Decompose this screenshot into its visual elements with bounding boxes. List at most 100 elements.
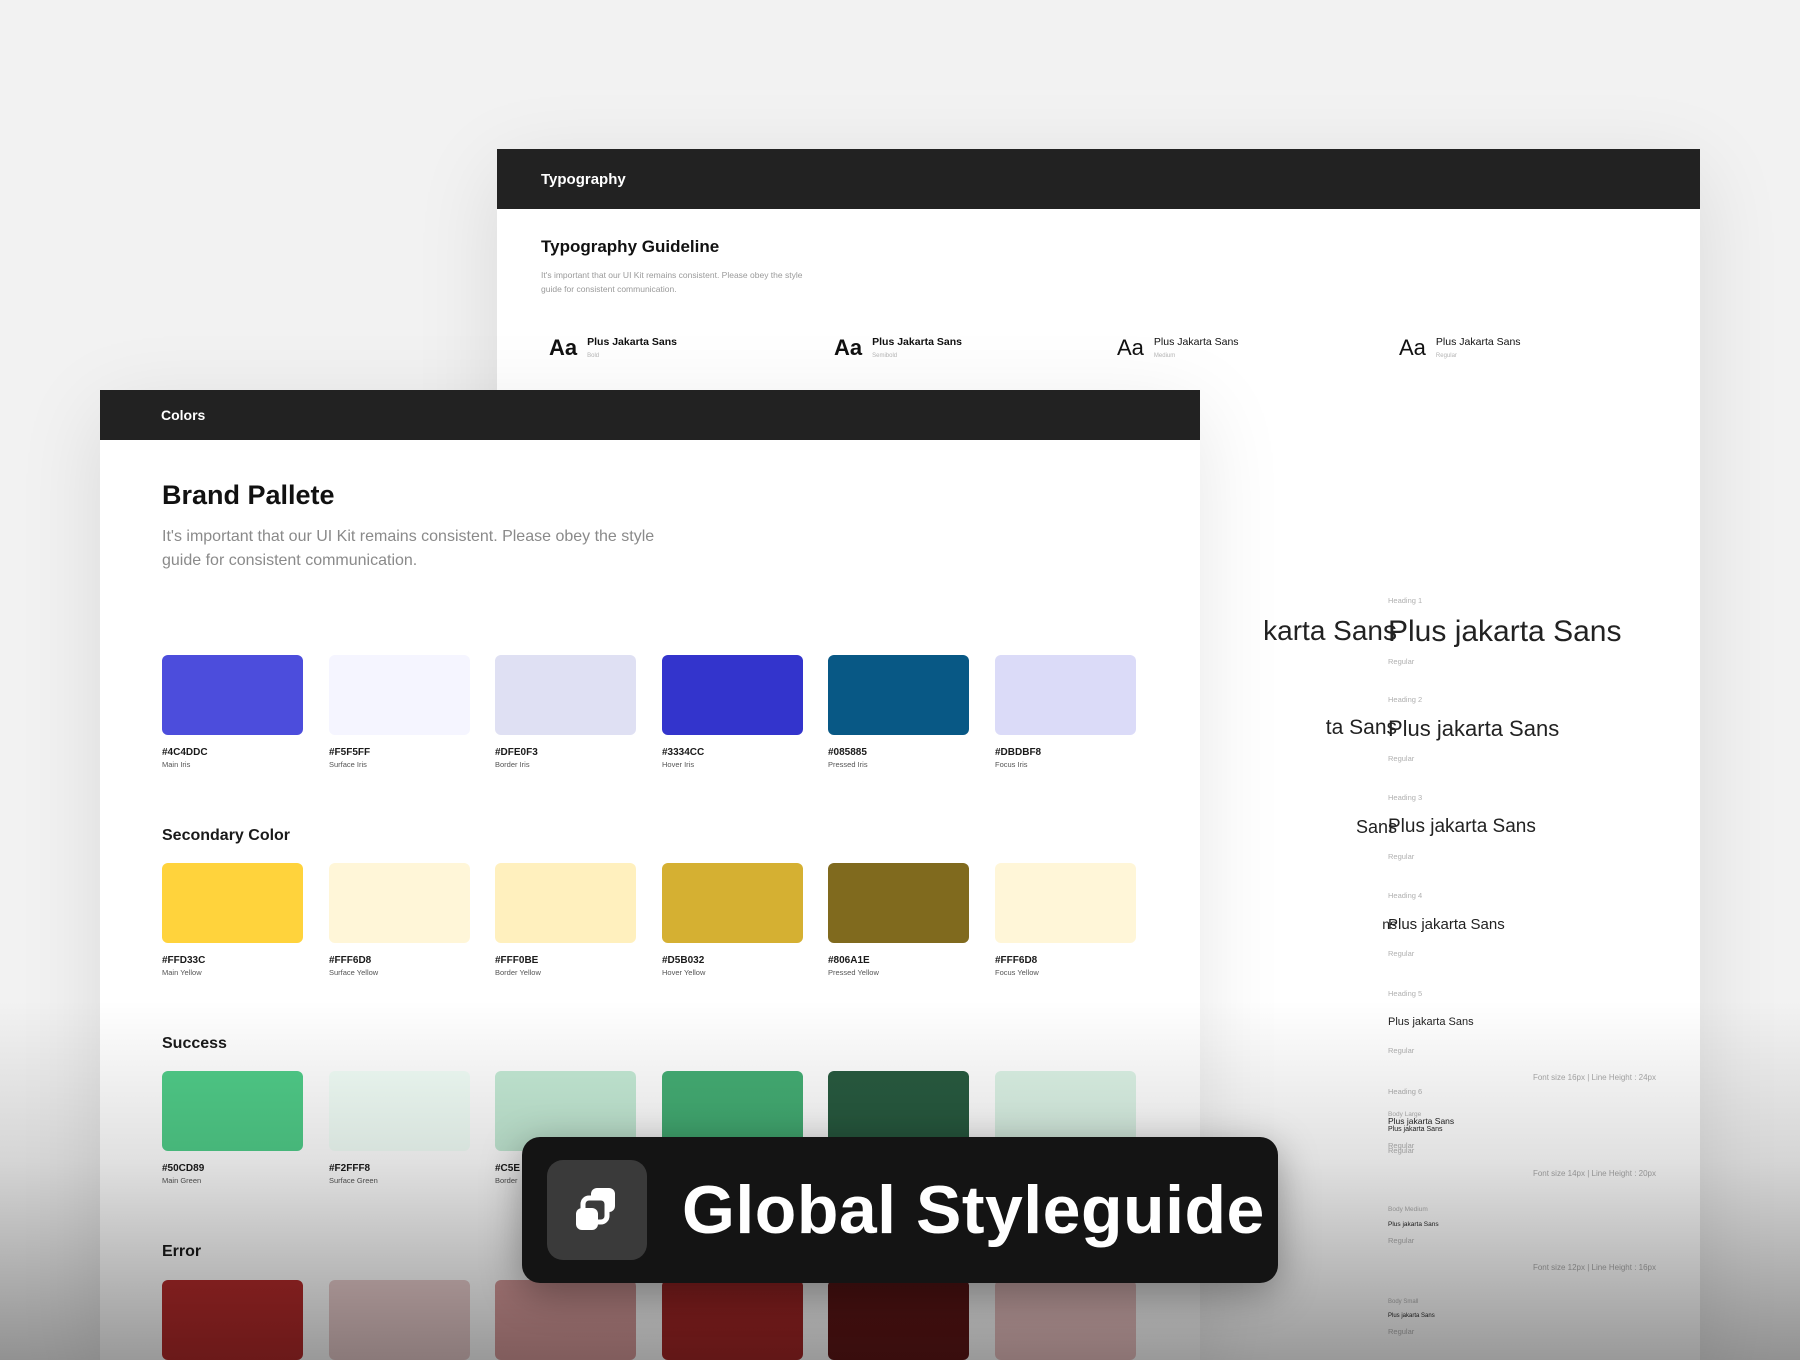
body-medium-item: Body Medium Plus jakarta Sans Regular	[1388, 1206, 1688, 1245]
weight-aa: Aa	[834, 335, 863, 360]
swatch-name: Surface Green	[329, 1176, 378, 1185]
colors-header: Colors	[100, 390, 1200, 440]
swatch-name: Main Iris	[162, 760, 191, 769]
heading-style: Regular	[1388, 949, 1415, 958]
heading-2-item: Heading 2 Plus jakarta Sans Regular	[1388, 695, 1559, 763]
swatch	[162, 1280, 303, 1360]
swatch	[662, 1280, 803, 1360]
section-title-success: Success	[162, 1035, 227, 1052]
font-size-note: Font size 16px | Line Height : 24px	[1532, 1073, 1656, 1082]
heading-style: Regular	[1388, 754, 1415, 763]
weight-aa: Aa	[1399, 335, 1426, 360]
swatch-name: Pressed Iris	[828, 760, 868, 769]
swatch-name: Hover Iris	[662, 760, 695, 769]
error-swatches	[162, 1280, 1142, 1360]
swatch-name: Border Iris	[495, 760, 530, 769]
heading-3-item: Heading 3 Plus jakarta Sans Regular	[1388, 793, 1536, 861]
swatch-hex: #3334CC	[662, 747, 705, 758]
swatch-hex: #085885	[828, 747, 867, 758]
swatch-name: Hover Yellow	[662, 968, 706, 977]
swatch-color	[162, 655, 303, 735]
swatch-color	[662, 863, 803, 943]
secondary-swatches: #FFD33C Main Yellow #FFF6D8 Surface Yell…	[162, 863, 1142, 983]
weight-font-name: Plus Jakarta Sans	[1435, 336, 1521, 348]
font-weights-row: Aa Plus Jakarta Sans Bold Aa Plus Jakart…	[549, 335, 1549, 375]
body-sample: Plus jakarta Sans	[1388, 1126, 1443, 1133]
swatch-color	[995, 863, 1136, 943]
swatch-color	[162, 863, 303, 943]
heading-label: Heading 3	[1388, 793, 1423, 802]
swatch: #FFF6D8 Focus Yellow	[995, 863, 1136, 977]
swatch-color	[495, 655, 636, 735]
swatch-color	[329, 655, 470, 735]
weight-card-semibold: Aa Plus Jakarta Sans Semibold	[834, 335, 962, 361]
swatch: #F2FFF8 Surface Green	[329, 1071, 470, 1185]
swatch-color	[162, 1071, 303, 1151]
swatch-color	[828, 1280, 969, 1360]
swatch	[828, 1280, 969, 1360]
swatch: #FFF6D8 Surface Yellow	[329, 863, 470, 977]
swatch-color	[995, 655, 1136, 735]
swatch: #806A1E Pressed Yellow	[828, 863, 969, 977]
section-title-secondary: Secondary Color	[162, 827, 291, 844]
swatch-name: Main Green	[162, 1176, 202, 1185]
swatch	[995, 1280, 1136, 1360]
swatch: #3334CC Hover Iris	[662, 655, 803, 769]
body-label: Body Large	[1388, 1111, 1422, 1118]
badge-title: Global Styleguide	[682, 1172, 1265, 1248]
section-title-error: Error	[162, 1243, 202, 1260]
weight-aa: Aa	[549, 335, 578, 360]
swatch: #4C4DDC Main Iris	[162, 655, 303, 769]
swatch-color	[329, 1280, 470, 1360]
swatch-hex: #50CD89	[162, 1163, 205, 1174]
weight-label: Semibold	[872, 353, 898, 359]
swatch: #D5B032 Hover Yellow	[662, 863, 803, 977]
swatch-hex: #D5B032	[662, 955, 705, 966]
swatch-hex: #F5F5FF	[329, 747, 371, 758]
swatch-color	[495, 1280, 636, 1360]
swatch-hex: #DBDBF8	[995, 747, 1042, 758]
heading-sample: Plus jakarta Sans	[1388, 916, 1505, 933]
body-label: Body Medium	[1388, 1206, 1428, 1213]
swatch-hex: #4C4DDC	[162, 747, 208, 758]
heading-label: Heading 6	[1388, 1087, 1423, 1096]
typography-title: Typography Guideline	[541, 237, 720, 256]
weight-font-name: Plus Jakarta Sans	[587, 336, 678, 348]
weight-card-medium: Aa Plus Jakarta Sans Medium	[1117, 335, 1239, 361]
swatch-name: Focus Iris	[995, 760, 1028, 769]
heading-label: Heading 2	[1388, 695, 1423, 704]
body-style: Regular	[1388, 1236, 1415, 1245]
swatch-hex: #FFF6D8	[329, 955, 372, 966]
swatch: #FFF0BE Border Yellow	[495, 863, 636, 977]
brand-palette-title: Brand Pallete	[162, 480, 335, 510]
body-style: Regular	[1388, 1327, 1415, 1336]
font-size-note: Font size 12px | Line Height : 16px	[1532, 1263, 1656, 1272]
weight-aa: Aa	[1117, 335, 1144, 360]
heading-style: Regular	[1388, 1046, 1415, 1055]
swatch	[495, 1280, 636, 1360]
heading-4-item: Heading 4 Plus jakarta Sans Regular	[1388, 891, 1505, 958]
weight-label: Regular	[1435, 353, 1457, 359]
body-label: Body Small	[1388, 1299, 1419, 1305]
global-styleguide-badge: Global Styleguide	[522, 1137, 1278, 1283]
heading-label: Heading 1	[1388, 596, 1423, 605]
heading-label: Heading 5	[1388, 989, 1423, 998]
heading-sample-partial: karta Sans	[1263, 615, 1397, 646]
swatch: #085885 Pressed Iris	[828, 655, 969, 769]
copy-layers-icon	[547, 1160, 647, 1260]
typography-header: Typography	[497, 149, 1700, 209]
heading-sample-partial: ta Sans	[1325, 716, 1397, 739]
swatch-hex: #F2FFF8	[329, 1163, 371, 1174]
font-size-note: Font size 14px | Line Height : 20px	[1532, 1169, 1656, 1178]
weight-card-bold: Aa Plus Jakarta Sans Bold	[549, 335, 677, 361]
swatch-hex: #FFF0BE	[495, 955, 539, 966]
heading-5-item: Heading 5 Plus jakarta Sans Regular	[1388, 989, 1474, 1055]
typography-description: It's important that our UI Kit remains c…	[541, 270, 803, 294]
swatch-name: Surface Iris	[329, 760, 367, 769]
swatch-hex: #806A1E	[828, 955, 870, 966]
brand-swatches: #4C4DDC Main Iris #F5F5FF Surface Iris #…	[162, 655, 1142, 775]
swatch: #50CD89 Main Green	[162, 1071, 303, 1185]
swatch-name: Main Yellow	[162, 968, 202, 977]
body-small-item: Body Small Plus jakarta Sans Regular	[1388, 1299, 1688, 1336]
swatch-color	[662, 1280, 803, 1360]
